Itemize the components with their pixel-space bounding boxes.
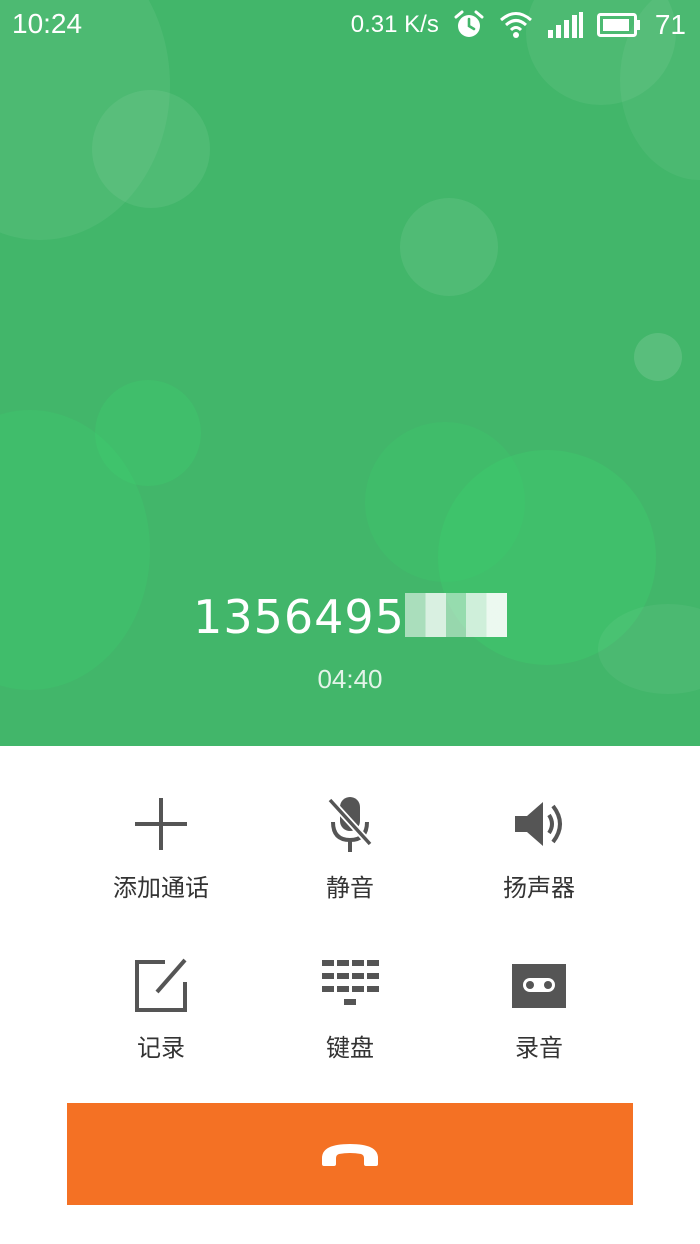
battery-level: 71 <box>654 9 686 40</box>
keypad-icon <box>322 960 379 1005</box>
note-button[interactable]: 记录 <box>66 954 256 1094</box>
mute-label: 静音 <box>326 874 374 902</box>
status-bar: 10:24 0.31 K/s 71 <box>0 0 700 52</box>
signal-icon <box>547 12 583 38</box>
wifi-icon <box>499 12 532 38</box>
alarm-icon <box>454 10 484 37</box>
caller-number-text: 1356495 <box>193 590 405 644</box>
add-call-label: 添加通话 <box>113 874 209 902</box>
note-label: 记录 <box>137 1034 185 1062</box>
hang-up-icon <box>322 1144 378 1166</box>
number-redaction-mosaic <box>404 593 507 637</box>
status-time: 10:24 <box>12 8 83 39</box>
add-call-icon <box>135 798 187 850</box>
add-call-button[interactable]: 添加通话 <box>66 794 256 934</box>
caller-number: 1356495 <box>0 590 700 644</box>
mute-icon <box>327 797 373 852</box>
keypad-button[interactable]: 键盘 <box>255 954 445 1094</box>
record-button[interactable]: 录音 <box>444 954 634 1094</box>
bokeh-circle <box>92 90 210 208</box>
record-icon <box>512 964 566 1008</box>
network-speed: 0.31 K/s <box>350 11 439 38</box>
status-icons: 0.31 K/s 71 <box>351 6 686 44</box>
record-label: 录音 <box>515 1034 563 1062</box>
end-call-button[interactable] <box>67 1103 633 1205</box>
call-duration: 04:40 <box>317 664 383 694</box>
call-actions: 添加通话 静音 扬声器 记录 键盘 录音 <box>0 746 700 1086</box>
speaker-button[interactable]: 扬声器 <box>444 794 634 934</box>
keypad-label: 键盘 <box>326 1034 374 1062</box>
bokeh-circle <box>634 333 682 381</box>
mute-button[interactable]: 静音 <box>255 794 445 934</box>
call-header: 10:24 0.31 K/s 71 1356495 04:40 <box>0 0 700 746</box>
speaker-label: 扬声器 <box>503 874 575 902</box>
note-icon <box>135 958 187 1012</box>
speaker-icon <box>515 802 562 846</box>
bokeh-circle <box>400 198 498 296</box>
battery-icon <box>596 13 640 37</box>
